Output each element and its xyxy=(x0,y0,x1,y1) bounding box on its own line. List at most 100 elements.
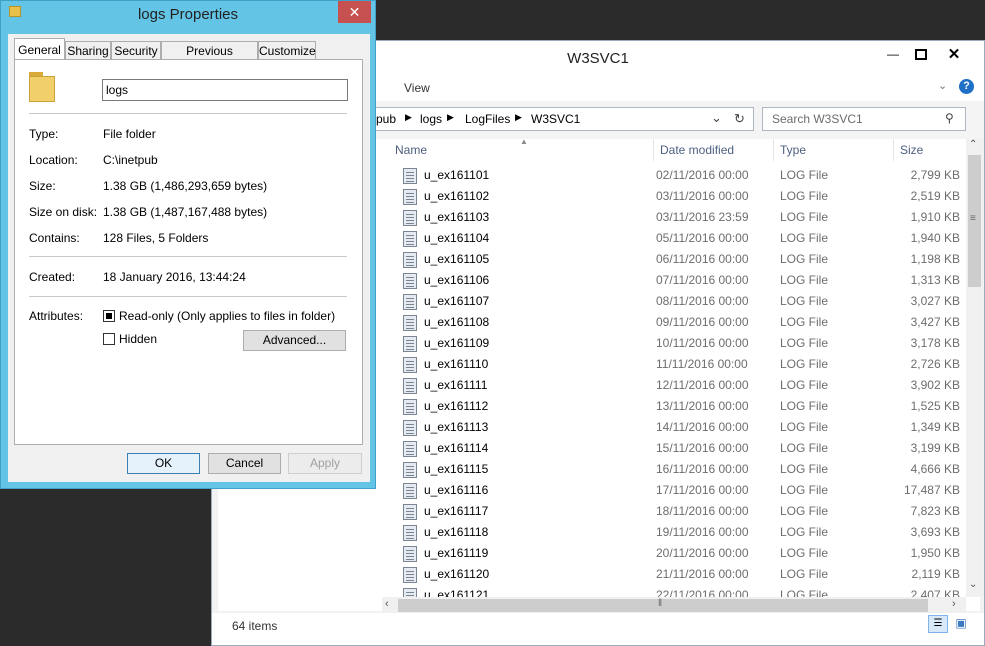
dialog-close-button[interactable]: ✕ xyxy=(338,1,371,23)
table-row[interactable]: u_ex161105 06/11/2016 00:00 LOG File 1,198 … xyxy=(382,249,960,270)
file-name[interactable]: u_ex161117 xyxy=(424,504,488,518)
file-date: 20/11/2016 00:00 xyxy=(656,546,749,560)
file-name[interactable]: u_ex161112 xyxy=(424,399,488,413)
file-name[interactable]: u_ex161120 xyxy=(424,567,489,581)
column-header-name[interactable]: Name ▲ xyxy=(382,139,654,161)
file-type: LOG File xyxy=(780,231,829,245)
breadcrumb-separator-icon[interactable]: ▶ xyxy=(447,112,454,123)
file-name[interactable]: u_ex161108 xyxy=(424,315,489,329)
table-row[interactable]: u_ex161101 02/11/2016 00:00 LOG File 2,799 … xyxy=(382,165,960,186)
maximize-button[interactable] xyxy=(907,44,935,64)
table-row[interactable]: u_ex161114 15/11/2016 00:00 LOG File 3,199 … xyxy=(382,438,960,459)
log-file-icon xyxy=(403,588,417,597)
file-name[interactable]: u_ex161107 xyxy=(424,294,489,308)
table-row[interactable]: u_ex161115 16/11/2016 00:00 LOG File 4,666 … xyxy=(382,459,960,480)
search-icon[interactable]: ⚲ xyxy=(945,111,954,125)
scroll-left-icon[interactable]: ‹ xyxy=(385,598,389,610)
table-row[interactable]: u_ex161106 07/11/2016 00:00 LOG File 1,313 … xyxy=(382,270,960,291)
ribbon-expand-icon[interactable]: ⌄ xyxy=(938,79,947,92)
file-name[interactable]: u_ex161106 xyxy=(424,273,489,287)
ribbon-tab-view[interactable]: View xyxy=(404,81,430,95)
table-row[interactable]: u_ex161103 03/11/2016 23:59 LOG File 1,910 … xyxy=(382,207,960,228)
file-type: LOG File xyxy=(780,357,829,371)
table-row[interactable]: u_ex161120 21/11/2016 00:00 LOG File 2,119 … xyxy=(382,564,960,585)
table-row[interactable]: u_ex161117 18/11/2016 00:00 LOG File 7,823 … xyxy=(382,501,960,522)
general-tab-panel: logs Type: File folder Location: C:\inet… xyxy=(14,59,363,445)
tab-sharing[interactable]: Sharing xyxy=(65,41,111,59)
tab-security[interactable]: Security xyxy=(111,41,161,59)
scroll-right-icon[interactable]: › xyxy=(952,598,956,610)
file-name[interactable]: u_ex161109 xyxy=(424,336,489,350)
log-file-icon xyxy=(403,441,417,457)
table-row[interactable]: u_ex161107 08/11/2016 00:00 LOG File 3,027 … xyxy=(382,291,960,312)
table-row[interactable]: u_ex161112 13/11/2016 00:00 LOG File 1,525 … xyxy=(382,396,960,417)
tab-previous-versions[interactable]: Previous Versions xyxy=(161,41,258,76)
table-row[interactable]: u_ex161109 10/11/2016 00:00 LOG File 3,178 … xyxy=(382,333,960,354)
file-name[interactable]: u_ex161115 xyxy=(424,462,488,476)
breadcrumb-separator-icon[interactable]: ▶ xyxy=(515,112,522,123)
breadcrumb-logs[interactable]: logs xyxy=(420,112,442,126)
apply-button[interactable]: Apply xyxy=(288,453,362,474)
large-icons-view-icon[interactable]: ▣ xyxy=(953,616,969,631)
breadcrumb-separator-icon[interactable]: ▶ xyxy=(405,112,412,123)
scroll-up-icon[interactable]: ⌃ xyxy=(969,139,977,150)
minimize-button[interactable]: — xyxy=(879,44,907,64)
tab-general[interactable]: General xyxy=(14,38,65,60)
details-view-icon[interactable]: ☰ xyxy=(928,615,948,633)
hidden-checkbox[interactable] xyxy=(103,333,115,345)
file-name[interactable]: u_ex161102 xyxy=(424,189,489,203)
cancel-button[interactable]: Cancel xyxy=(208,453,281,474)
help-icon[interactable]: ? xyxy=(959,79,974,94)
column-header-date[interactable]: Date modified xyxy=(654,139,774,161)
horizontal-scrollbar[interactable]: ‹ ‖ › xyxy=(382,597,966,614)
folder-name-value[interactable]: logs xyxy=(106,83,128,97)
column-header-size[interactable]: Size xyxy=(894,139,960,161)
column-type-label: Type xyxy=(780,143,807,157)
column-header-type[interactable]: Type xyxy=(774,139,894,161)
table-row[interactable]: u_ex161102 03/11/2016 00:00 LOG File 2,519 … xyxy=(382,186,960,207)
horizontal-scroll-thumb[interactable]: ‖ xyxy=(398,598,928,612)
file-name[interactable]: u_ex161119 xyxy=(424,546,488,560)
readonly-label[interactable]: Read-only (Only applies to files in fold… xyxy=(119,309,335,323)
file-name[interactable]: u_ex161105 xyxy=(424,252,489,266)
file-name[interactable]: u_ex161111 xyxy=(424,378,487,392)
close-button[interactable]: ✕ xyxy=(940,44,968,64)
file-name[interactable]: u_ex161110 xyxy=(424,357,488,371)
table-row[interactable]: u_ex161111 12/11/2016 00:00 LOG File 3,902 … xyxy=(382,375,960,396)
address-bar[interactable]: etpub ▶ logs ▶ LogFiles ▶ W3SVC1 ⌄ ↻ xyxy=(362,107,754,131)
file-name[interactable]: u_ex161104 xyxy=(424,231,489,245)
address-dropdown-icon[interactable]: ⌄ xyxy=(711,110,722,126)
advanced-button[interactable]: Advanced... xyxy=(243,330,346,351)
log-file-icon xyxy=(403,525,417,541)
table-row[interactable]: u_ex161119 20/11/2016 00:00 LOG File 1,950 … xyxy=(382,543,960,564)
ok-button[interactable]: OK xyxy=(127,453,200,474)
table-row[interactable]: u_ex161116 17/11/2016 00:00 LOG File 17,487… xyxy=(382,480,960,501)
table-row[interactable]: u_ex161108 09/11/2016 00:00 LOG File 3,427 … xyxy=(382,312,960,333)
file-name[interactable]: u_ex161101 xyxy=(424,168,489,182)
table-row[interactable]: u_ex161104 05/11/2016 00:00 LOG File 1,940 … xyxy=(382,228,960,249)
hidden-label[interactable]: Hidden xyxy=(119,332,157,346)
file-date: 10/11/2016 00:00 xyxy=(656,336,749,350)
table-row[interactable]: u_ex161110 11/11/2016 00:00 LOG File 2,726 … xyxy=(382,354,960,375)
breadcrumb-logfiles[interactable]: LogFiles xyxy=(465,112,510,126)
breadcrumb-w3svc1[interactable]: W3SVC1 xyxy=(531,112,580,126)
file-name[interactable]: u_ex161114 xyxy=(424,441,488,455)
file-name[interactable]: u_ex161113 xyxy=(424,420,488,434)
folder-name-field[interactable]: logs xyxy=(102,79,348,101)
vertical-scrollbar[interactable]: ⌃ ≡ ⌄ xyxy=(966,139,983,597)
readonly-checkbox[interactable] xyxy=(103,310,115,322)
table-row[interactable]: u_ex161118 19/11/2016 00:00 LOG File 3,693 … xyxy=(382,522,960,543)
file-name[interactable]: u_ex161118 xyxy=(424,525,488,539)
refresh-icon[interactable]: ↻ xyxy=(734,111,745,127)
search-box[interactable]: Search W3SVC1 ⚲ xyxy=(762,107,966,131)
file-type: LOG File xyxy=(780,441,829,455)
tab-customize[interactable]: Customize xyxy=(258,41,316,59)
search-input[interactable]: Search W3SVC1 xyxy=(772,112,863,126)
file-name[interactable]: u_ex161103 xyxy=(424,210,489,224)
table-row[interactable]: u_ex161113 14/11/2016 00:00 LOG File 1,349 … xyxy=(382,417,960,438)
scroll-down-icon[interactable]: ⌄ xyxy=(969,579,977,590)
file-name[interactable]: u_ex161121 xyxy=(424,588,489,597)
vertical-scroll-thumb[interactable]: ≡ xyxy=(968,155,981,287)
table-row[interactable]: u_ex161121 22/11/2016 00:00 LOG File 2,407 … xyxy=(382,585,960,597)
file-name[interactable]: u_ex161116 xyxy=(424,483,488,497)
